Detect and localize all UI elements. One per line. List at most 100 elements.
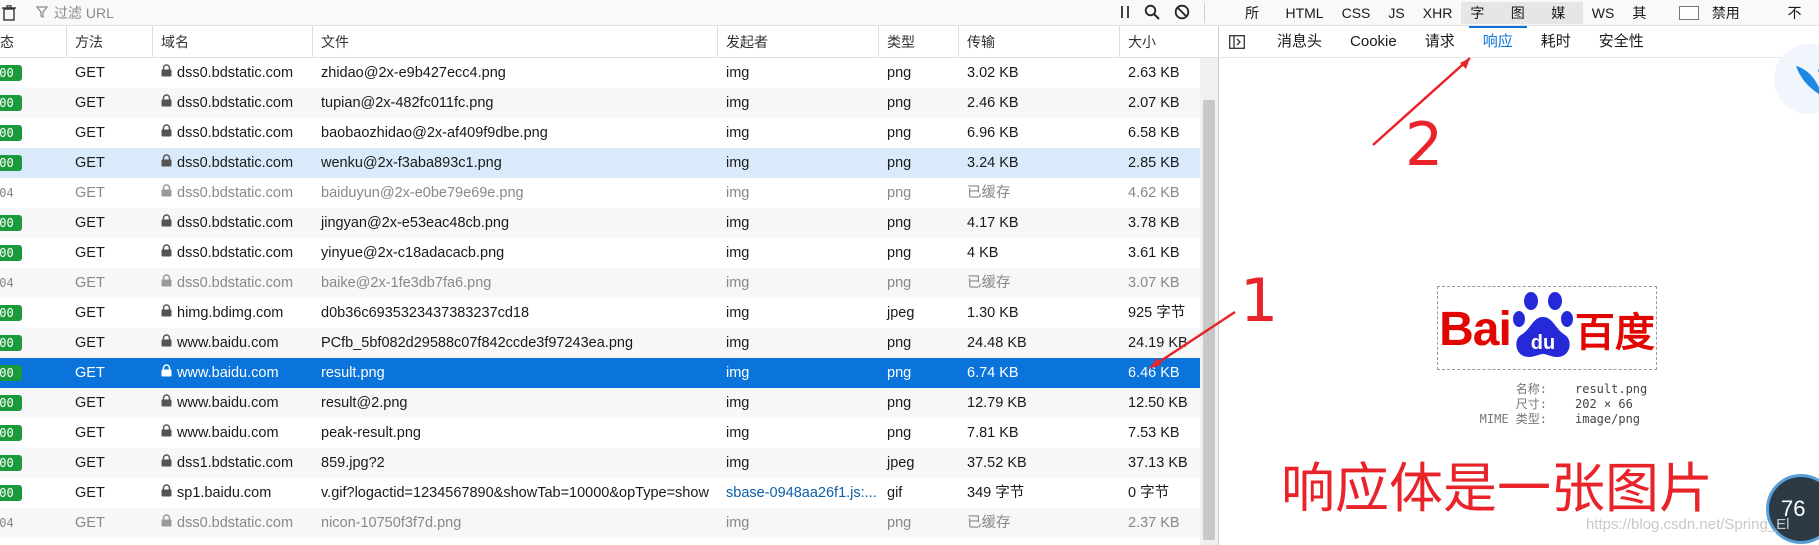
initiator-cell: img <box>726 95 750 111</box>
metadata-value: image/png <box>1575 412 1641 426</box>
transfer-cell: 已缓存 <box>967 185 1011 201</box>
status-badge: 304 <box>0 516 14 531</box>
detail-tab-0[interactable]: 消息头 <box>1263 26 1336 58</box>
file-cell: baike@2x-1fe3db7fa6.png <box>321 275 492 291</box>
status-cell: 200 <box>0 358 66 388</box>
method-cell: GET <box>75 425 105 441</box>
column-header-4[interactable]: 发起者 <box>717 26 878 57</box>
detail-tab-5[interactable]: 安全性 <box>1585 26 1658 58</box>
request-row[interactable]: 200 GET dss0.bdstatic.com tupian@2x-482fc01… <box>0 88 1218 118</box>
request-rows: 200 GET dss0.bdstatic.com zhidao@2x-e9b427e… <box>0 58 1218 538</box>
type-cell: png <box>887 425 912 441</box>
request-row[interactable]: 304 GET dss0.bdstatic.com nicon-10750f3f7d.… <box>0 508 1218 538</box>
method-cell: GET <box>75 65 105 81</box>
type-filter-5[interactable]: 字体 <box>1461 2 1502 43</box>
search-icon[interactable] <box>1144 4 1160 23</box>
type-filter-8[interactable]: WS <box>1583 2 1624 24</box>
request-row[interactable]: 304 GET dss0.bdstatic.com baike@2x-1fe3db7f… <box>0 268 1218 298</box>
column-header-3[interactable]: 文件 <box>312 26 717 57</box>
detail-tab-2[interactable]: 请求 <box>1411 26 1469 58</box>
request-row[interactable]: 200 GET dss0.bdstatic.com wenku@2x-f3aba893… <box>0 148 1218 178</box>
toggle-panel-icon[interactable] <box>1229 34 1245 49</box>
url-filter-placeholder: 过滤 URL <box>54 5 114 21</box>
metadata-row: 尺寸: 202 × 66 <box>1457 397 1647 412</box>
type-filter-0[interactable]: 所有 <box>1236 2 1276 43</box>
size-cell: 6.46 KB <box>1128 365 1180 381</box>
type-filter-2[interactable]: CSS <box>1333 2 1380 24</box>
size-cell: 3.61 KB <box>1128 245 1180 261</box>
size-cell: 7.53 KB <box>1128 425 1180 441</box>
type-cell: png <box>887 395 912 411</box>
column-header-2[interactable]: 域名 <box>152 26 312 57</box>
initiator-cell: img <box>726 185 750 201</box>
checkbox-box[interactable] <box>1678 6 1699 20</box>
column-header-7[interactable]: 大小 <box>1119 26 1199 57</box>
domain-cell: sp1.baidu.com <box>152 478 312 508</box>
initiator-cell: img <box>726 125 750 141</box>
column-header-5[interactable]: 类型 <box>878 26 958 57</box>
method-cell: GET <box>75 485 105 501</box>
size-cell: 2.37 KB <box>1128 515 1180 531</box>
block-icon[interactable] <box>1174 4 1190 23</box>
status-badge: 200 <box>0 425 22 442</box>
domain-cell: dss1.bdstatic.com <box>152 448 312 478</box>
column-header-6[interactable]: 传输 <box>958 26 1119 57</box>
initiator-cell: img <box>726 305 750 321</box>
type-filter-1[interactable]: HTML <box>1276 2 1332 24</box>
type-filter-3[interactable]: JS <box>1379 2 1413 24</box>
request-row[interactable]: 200 GET dss1.bdstatic.com 859.jpg?2 img jpeg 3… <box>0 448 1218 478</box>
file-cell: result@2.png <box>321 395 408 411</box>
file-cell: baobaozhidao@2x-af409f9dbe.png <box>321 125 548 141</box>
type-filter-9[interactable]: 其他 <box>1623 2 1663 43</box>
request-row[interactable]: 200 GET dss0.bdstatic.com jingyan@2x-e53eac… <box>0 208 1218 238</box>
status-cell: 304 <box>0 508 66 538</box>
domain-cell: dss0.bdstatic.com <box>152 508 312 538</box>
status-badge: 200 <box>0 215 22 232</box>
annotation-label-2: 2 <box>1405 110 1444 180</box>
request-row[interactable]: 200 GET dss0.bdstatic.com zhidao@2x-e9b427e… <box>0 58 1218 88</box>
file-cell: v.gif?logactid=1234567890&showTab=10000&… <box>321 485 709 501</box>
lock-icon <box>161 178 172 208</box>
disable-cache-checkbox[interactable]: 禁用缓存 <box>1670 2 1767 43</box>
column-header-1[interactable]: 方法 <box>66 26 152 57</box>
detail-tab-3[interactable]: 响应 <box>1468 25 1527 58</box>
request-row[interactable]: 200 GET www.baidu.com peak-result.png img png… <box>0 418 1218 448</box>
trash-icon[interactable] <box>0 4 18 22</box>
request-row[interactable]: 304 GET dss0.bdstatic.com baiduyun@2x-e0be7… <box>0 178 1218 208</box>
lock-icon <box>161 88 172 118</box>
pause-icon[interactable] <box>1120 5 1130 22</box>
request-row[interactable]: 200 GET dss0.bdstatic.com yinyue@2x-c18adac… <box>0 238 1218 268</box>
transfer-cell: 2.46 KB <box>967 95 1019 111</box>
domain-cell: dss0.bdstatic.com <box>152 88 312 118</box>
type-cell: png <box>887 155 912 171</box>
request-row[interactable]: 200 GET sp1.baidu.com v.gif?logactid=123456… <box>0 478 1218 508</box>
transfer-cell: 6.74 KB <box>967 365 1019 381</box>
type-cell: gif <box>887 485 903 501</box>
transfer-cell: 12.79 KB <box>967 395 1027 411</box>
request-row[interactable]: 200 GET himg.bdimg.com d0b36c69353234373832… <box>0 298 1218 328</box>
floating-assistant-icon[interactable] <box>1774 44 1819 114</box>
lock-icon <box>161 358 172 388</box>
status-cell: 200 <box>0 118 66 148</box>
type-filter-7[interactable]: 媒体 <box>1542 2 1583 43</box>
method-cell: GET <box>75 125 105 141</box>
status-cell: 200 <box>0 328 66 358</box>
type-filter-6[interactable]: 图像 <box>1501 2 1543 43</box>
detail-tab-1[interactable]: Cookie <box>1336 26 1411 58</box>
scrollbar-thumb[interactable] <box>1203 100 1215 540</box>
request-row[interactable]: 200 GET www.baidu.com result.png img png 6.74 … <box>0 358 1218 388</box>
url-filter-input[interactable]: 过滤 URL <box>35 3 114 23</box>
status-cell: 200 <box>0 418 66 448</box>
type-filter-4[interactable]: XHR <box>1414 2 1462 24</box>
throttle-dropdown[interactable]: 不节 <box>1779 2 1819 43</box>
request-row[interactable]: 200 GET dss0.bdstatic.com baobaozhidao@2x-a… <box>0 118 1218 148</box>
request-row[interactable]: 200 GET www.baidu.com result@2.png img png 12.… <box>0 388 1218 418</box>
transfer-cell: 37.52 KB <box>967 455 1027 471</box>
request-row[interactable]: 200 GET www.baidu.com PCfb_5bf082d29588c07f… <box>0 328 1218 358</box>
detail-tab-4[interactable]: 耗时 <box>1527 26 1585 58</box>
status-badge: 200 <box>0 365 22 382</box>
domain-cell: dss0.bdstatic.com <box>152 58 312 88</box>
request-list-scrollbar[interactable] <box>1200 58 1218 545</box>
initiator-cell[interactable]: sbase-0948aa26f1.js:... <box>717 478 878 508</box>
column-header-0[interactable]: 状态 <box>0 26 66 57</box>
